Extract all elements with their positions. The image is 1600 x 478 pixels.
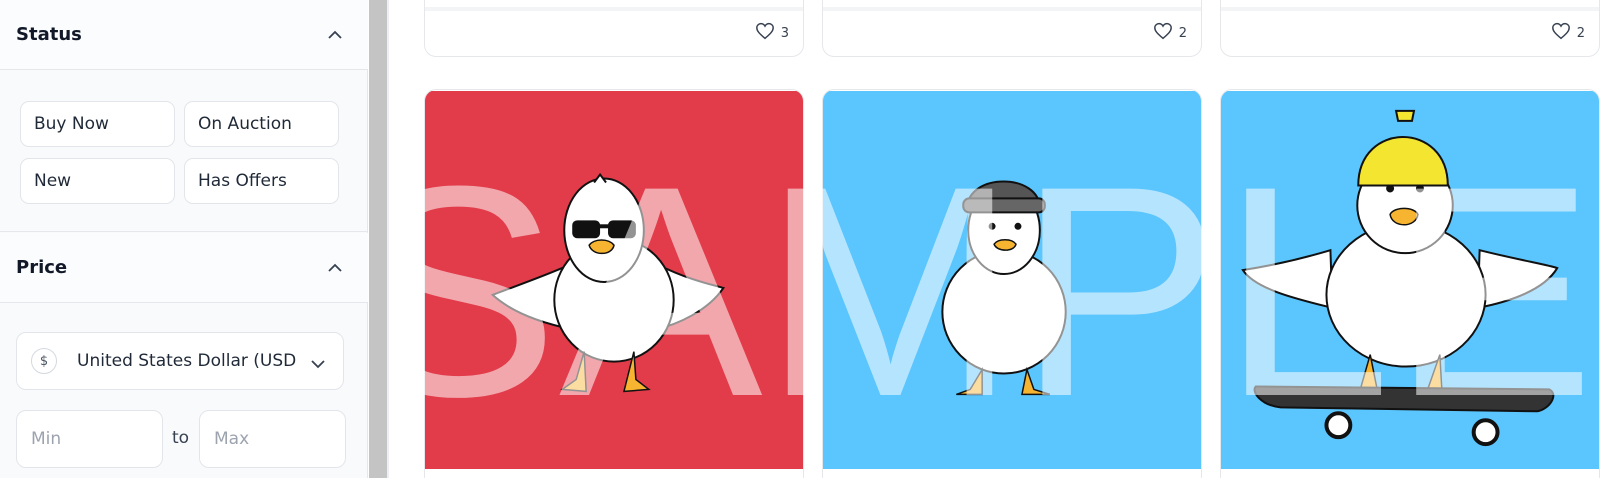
nft-card-top-1[interactable]: 3	[424, 0, 804, 57]
nft-card-beanie-duck[interactable]	[822, 89, 1202, 478]
max-price-input[interactable]: Max	[199, 410, 346, 468]
price-title: Price	[16, 257, 68, 278]
nft-card-sunglasses-duck[interactable]	[424, 89, 804, 478]
duck-skateboard-image	[1221, 91, 1599, 469]
like-count[interactable]: 2	[1153, 22, 1187, 44]
status-buy-now-button[interactable]: Buy Now	[20, 101, 175, 147]
status-title: Status	[16, 24, 82, 45]
chevron-up-icon[interactable]	[328, 28, 342, 42]
min-price-input[interactable]: Min	[16, 410, 163, 468]
heart-icon[interactable]	[1153, 22, 1173, 44]
nft-card-top-2[interactable]: 2	[822, 0, 1202, 57]
to-label: to	[172, 428, 190, 448]
nft-card-skateboard-duck[interactable]	[1220, 89, 1600, 478]
heart-icon[interactable]	[755, 22, 775, 44]
chevron-up-icon[interactable]	[328, 261, 342, 275]
currency-value: United States Dollar (USD)	[77, 351, 297, 371]
status-has-offers-button[interactable]: Has Offers	[184, 158, 339, 204]
status-new-button[interactable]: New	[20, 158, 175, 204]
nft-card-top-3[interactable]: 2	[1220, 0, 1600, 57]
currency-select[interactable]: $ United States Dollar (USD)	[16, 332, 344, 390]
status-section-header[interactable]: Status	[0, 0, 368, 70]
sidebar-scrollbar[interactable]	[369, 0, 387, 478]
status-on-auction-button[interactable]: On Auction	[184, 101, 339, 147]
price-filter: $ United States Dollar (USD) Min to Max	[0, 304, 368, 478]
price-section-header[interactable]: Price	[0, 233, 368, 303]
heart-icon[interactable]	[1551, 22, 1571, 44]
scroll-track	[387, 0, 389, 478]
like-count-value: 3	[780, 25, 789, 41]
filter-sidebar: Status Buy Now On Auction New Has Offers…	[0, 0, 368, 478]
status-options: Buy Now On Auction New Has Offers	[0, 72, 368, 232]
duck-sunglasses-image	[425, 91, 803, 469]
dollar-icon: $	[31, 348, 57, 374]
page: Status Buy Now On Auction New Has Offers…	[0, 0, 1600, 478]
chevron-down-icon	[311, 354, 325, 373]
like-count-value: 2	[1178, 25, 1187, 41]
duck-beanie-image	[823, 91, 1201, 469]
like-count[interactable]: 2	[1551, 22, 1585, 44]
like-count-value: 2	[1576, 25, 1585, 41]
like-count[interactable]: 3	[755, 22, 789, 44]
